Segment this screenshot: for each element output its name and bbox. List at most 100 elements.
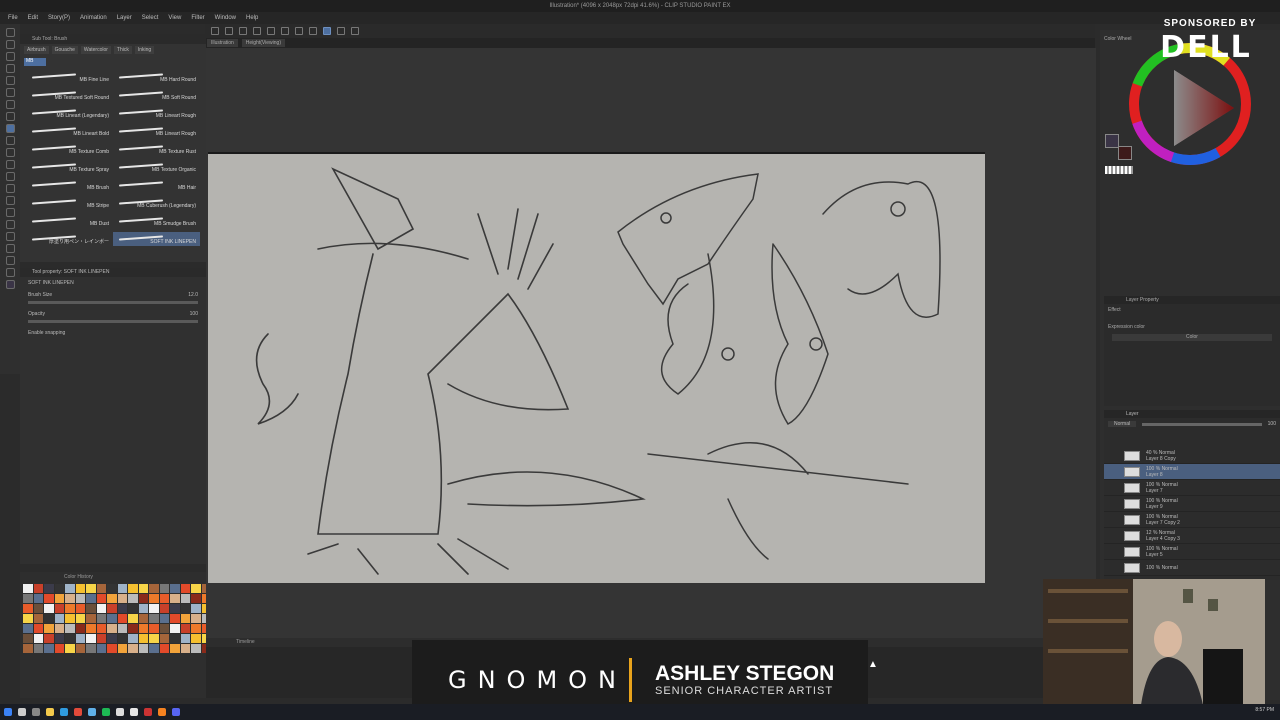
color-swatch[interactable] [44,604,54,613]
color-swatch[interactable] [75,644,85,653]
sub-color-swatch[interactable] [1118,146,1132,160]
color-swatch[interactable] [86,644,96,653]
color-swatch[interactable] [54,604,64,613]
color-swatch[interactable] [44,614,54,623]
color-swatch[interactable] [75,584,85,593]
brush-size-slider[interactable] [28,301,198,304]
open-file-icon[interactable] [225,27,233,35]
menu-layer[interactable]: Layer [117,15,132,21]
layer-row[interactable]: 40 % Normal Layer 8 Copy [1104,448,1280,464]
app-icon[interactable] [88,708,96,716]
color-swatch[interactable] [65,634,75,643]
color-swatch[interactable] [107,624,117,633]
color-swatch[interactable] [107,604,117,613]
brush-item[interactable]: MB Stripe [26,196,113,210]
color-swatch[interactable] [54,644,64,653]
eraser-tool-icon[interactable] [5,160,15,169]
color-swatch[interactable] [23,634,33,643]
color-swatch[interactable] [170,634,180,643]
color-swatch[interactable] [86,614,96,623]
color-swatch[interactable] [170,584,180,593]
brush-item[interactable]: MB Cuberush (Legendary) [113,196,200,210]
color-swatch[interactable] [96,584,106,593]
color-swatch[interactable] [180,644,190,653]
fill-tool-icon[interactable] [5,184,15,193]
color-swatch[interactable] [180,584,190,593]
auto-select-tool-icon[interactable] [5,76,15,85]
brush-item[interactable]: MB Brush [26,178,113,192]
tab-gouache[interactable]: Gouache [51,46,78,54]
color-swatch[interactable] [149,624,159,633]
enable-snapping-checkbox[interactable]: Enable snapping [28,330,65,336]
app-icon[interactable] [116,708,124,716]
color-swatch[interactable] [180,624,190,633]
color-swatch[interactable] [191,614,201,623]
color-swatch[interactable] [149,644,159,653]
color-swatch[interactable] [128,644,138,653]
color-swatch[interactable] [54,614,64,623]
brush-size-value[interactable]: 12.0 [188,292,198,298]
color-swatch[interactable] [128,634,138,643]
color-swatch[interactable] [96,614,106,623]
layer-row[interactable]: 12 % Normal Layer 4 Copy 3 [1104,528,1280,544]
color-swatch[interactable] [149,604,159,613]
zoom-tool-icon[interactable] [5,28,15,37]
layer-row-selected[interactable]: 100 % Normal Layer 8 [1104,464,1280,480]
color-swatch[interactable] [44,644,54,653]
color-swatch[interactable] [138,584,148,593]
color-swatch[interactable] [149,584,159,593]
color-swatch[interactable] [107,644,117,653]
redo-icon[interactable] [267,27,275,35]
color-swatch[interactable] [191,594,201,603]
brush-item-selected[interactable]: SOFT INK LINEPEN [113,232,200,246]
color-swatch[interactable] [33,604,43,613]
color-swatch[interactable] [159,634,169,643]
brush-item[interactable]: MB Smudge Brush [113,214,200,228]
color-swatch[interactable] [75,604,85,613]
color-swatch-grid[interactable] [20,582,211,655]
canvas-artwork[interactable] [208,152,985,583]
operation-tool-icon[interactable] [5,52,15,61]
color-swatch[interactable] [128,624,138,633]
color-swatch[interactable] [180,604,190,613]
color-swatch[interactable] [65,624,75,633]
menu-view[interactable]: View [168,15,181,21]
color-swatch[interactable] [107,584,117,593]
color-swatch[interactable] [86,624,96,633]
layer-row[interactable]: 100 % Normal Layer 7 [1104,480,1280,496]
color-swatch[interactable] [96,604,106,613]
layer-row[interactable]: 100 % Normal [1104,560,1280,576]
color-swatch[interactable] [128,614,138,623]
brush-item[interactable]: MB Lineart Rough [113,124,200,138]
opacity-value[interactable]: 100 [190,311,198,317]
color-swatch[interactable] [33,644,43,653]
color-swatch[interactable] [65,594,75,603]
opacity-slider[interactable] [28,320,198,323]
menu-filter[interactable]: Filter [191,15,204,21]
menu-file[interactable]: File [8,15,18,21]
color-swatch[interactable] [33,634,43,643]
layer-row[interactable]: 100 % Normal Layer 7 Copy 2 [1104,512,1280,528]
color-swatch[interactable] [117,644,127,653]
color-swatch[interactable] [23,584,33,593]
color-swatch[interactable] [159,624,169,633]
color-swatch[interactable] [75,614,85,623]
color-swatch[interactable] [23,604,33,613]
color-swatch[interactable] [86,584,96,593]
color-swatch[interactable] [159,614,169,623]
color-swatch[interactable] [180,594,190,603]
color-swatch[interactable] [170,624,180,633]
menu-select[interactable]: Select [142,15,159,21]
brush-item[interactable]: MB Lineart Bold [26,124,113,138]
brush-item[interactable]: MB Fine Line [26,70,113,84]
color-swatch[interactable] [96,624,106,633]
color-swatch[interactable] [65,614,75,623]
clear-icon[interactable] [281,27,289,35]
snap-grid-icon[interactable] [337,27,345,35]
save-icon[interactable] [239,27,247,35]
brush-item[interactable]: 厚塗り用ペン・レインボー [26,232,113,246]
tab-thick[interactable]: Thick [113,46,132,54]
discord-icon[interactable] [172,708,180,716]
frame-tool-icon[interactable] [5,220,15,229]
tab-illustration[interactable]: Illustration [207,39,238,47]
